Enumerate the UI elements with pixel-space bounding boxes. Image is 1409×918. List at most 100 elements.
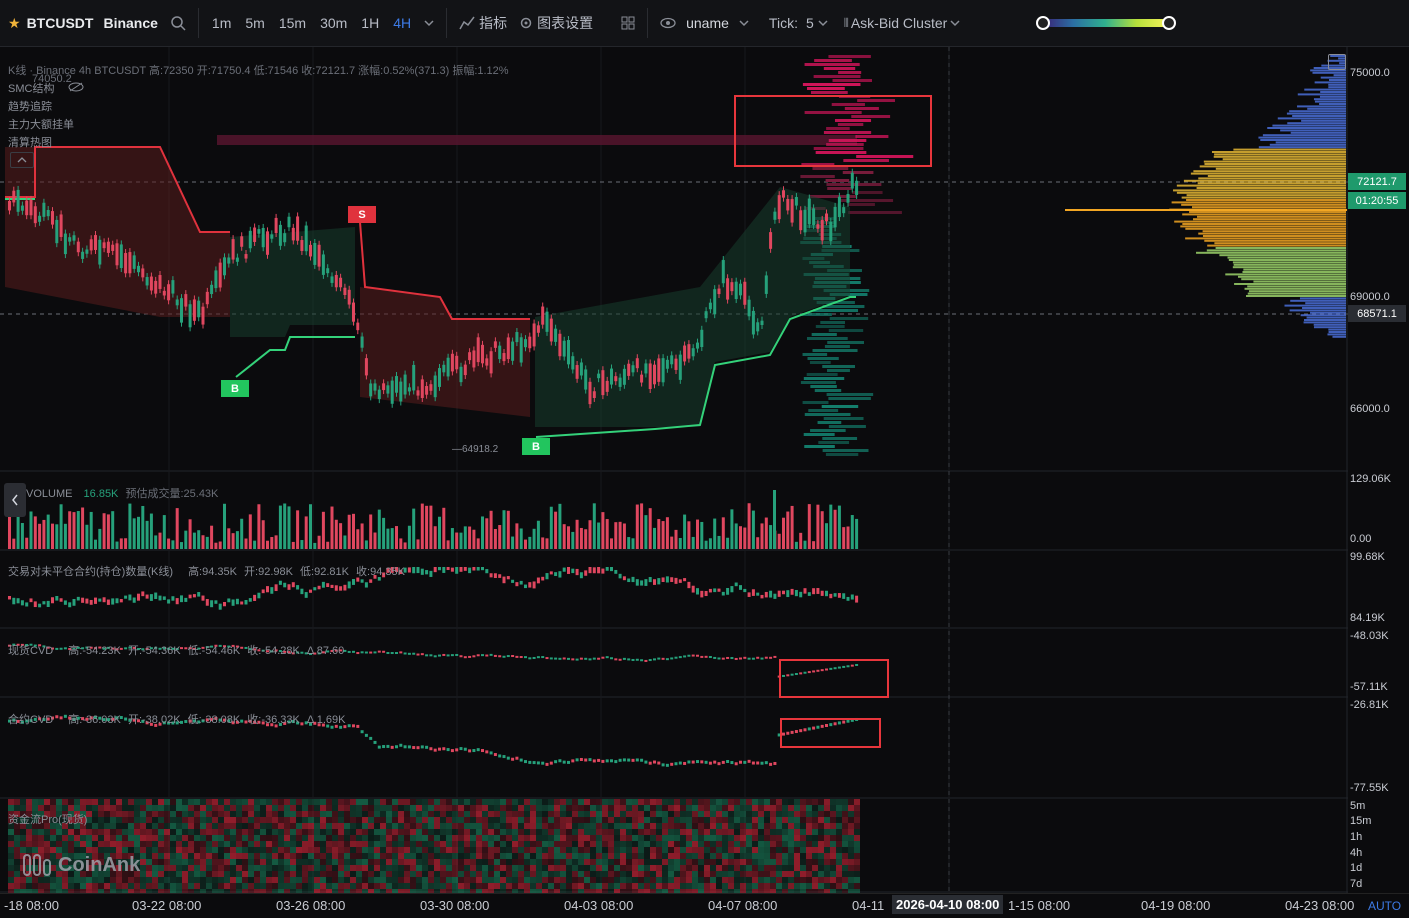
flow-cell <box>188 877 194 883</box>
flow-cell <box>494 835 500 841</box>
tick-selector[interactable]: Tick: 5 <box>763 0 834 46</box>
heatmap-color-slider[interactable] <box>1030 0 1177 46</box>
volume-axis-label: 129.06K <box>1350 473 1391 485</box>
slider-max-handle[interactable] <box>1162 16 1177 30</box>
flow-cell <box>362 859 368 865</box>
flow-cell <box>374 829 380 835</box>
flow-cell <box>446 823 452 829</box>
screenshot-icon[interactable] <box>1328 54 1346 70</box>
flow-cell <box>14 847 20 853</box>
flow-cell <box>446 847 452 853</box>
flow-cell <box>266 847 272 853</box>
flow-cell <box>386 841 392 847</box>
candle <box>850 172 854 189</box>
liquidation-heatmap-label[interactable]: 清算热图 <box>8 134 52 150</box>
user-menu[interactable]: uname <box>654 0 755 46</box>
flow-cell <box>752 841 758 847</box>
timeframe-1h[interactable]: 1H <box>354 15 386 31</box>
futures-cvd-candle <box>696 760 699 764</box>
flow-cell <box>722 817 728 823</box>
candle <box>63 233 67 255</box>
flow-cell <box>182 877 188 883</box>
trend-label[interactable]: 趋势追踪 <box>8 98 52 114</box>
flow-cell <box>98 829 104 835</box>
volume-profile-bar <box>1204 239 1346 242</box>
indicators-button[interactable]: 指标 <box>453 0 513 46</box>
flow-cell <box>182 835 188 841</box>
flow-cell <box>626 883 632 889</box>
flow-cell <box>296 823 302 829</box>
flow-cell <box>62 799 68 805</box>
flow-cell <box>146 799 152 805</box>
flow-cell <box>842 865 848 871</box>
flow-cell <box>242 847 248 853</box>
spot-cvd-candle <box>352 650 355 653</box>
chart-canvas[interactable] <box>0 47 1409 893</box>
candle <box>270 234 274 239</box>
order-heat-bar <box>807 357 839 360</box>
auto-scale-button[interactable]: AUTO <box>1368 899 1401 913</box>
flow-cell <box>464 865 470 871</box>
flow-cell <box>686 841 692 847</box>
flow-cell <box>752 871 758 877</box>
volume-bar <box>489 510 493 549</box>
flow-cell <box>230 847 236 853</box>
flow-cell <box>794 829 800 835</box>
timeframe-30m[interactable]: 30m <box>313 15 354 31</box>
candle <box>584 369 588 390</box>
flow-cell <box>710 835 716 841</box>
flow-cell <box>356 847 362 853</box>
flow-tf-label: 5m <box>1350 800 1366 812</box>
flow-cell <box>614 841 620 847</box>
cluster-selector[interactable]: ⫴ Ask-Bid Cluster <box>838 0 967 46</box>
flow-cell <box>110 841 116 847</box>
oi-candle <box>708 588 712 593</box>
flow-cell <box>458 817 464 823</box>
flow-cell <box>320 841 326 847</box>
symbol-name[interactable]: BTCUSDT <box>27 15 94 31</box>
flow-cell <box>512 817 518 823</box>
futures-cvd-candle <box>506 756 510 760</box>
flow-cell <box>440 877 446 883</box>
flow-cell <box>404 847 410 853</box>
flow-cell <box>308 811 314 817</box>
timeframe-15m[interactable]: 15m <box>272 15 313 31</box>
flow-cell <box>602 871 608 877</box>
collapse-sidebar-button[interactable] <box>4 483 26 517</box>
flow-cell <box>254 871 260 877</box>
flow-cell <box>824 829 830 835</box>
timeframe-4h[interactable]: 4H <box>386 15 418 31</box>
flow-cell <box>572 823 578 829</box>
flow-cell <box>824 835 830 841</box>
favorite-star-icon[interactable]: ★ <box>8 15 21 32</box>
spot-cvd-candle <box>498 655 502 658</box>
flow-cell <box>326 841 332 847</box>
flow-cell <box>548 883 554 889</box>
flow-cell <box>758 865 764 871</box>
flow-cell <box>284 835 290 841</box>
oi-candle <box>734 582 738 587</box>
flow-cell <box>572 811 578 817</box>
search-icon[interactable] <box>164 0 192 46</box>
big-order-label[interactable]: 主力大额挂单 <box>8 116 74 132</box>
flow-cell <box>650 865 656 871</box>
layout-grid-icon[interactable] <box>615 0 641 46</box>
flow-cell <box>734 823 740 829</box>
exchange-name[interactable]: Binance <box>103 15 157 31</box>
chart-settings-button[interactable]: 图表设置 <box>513 0 599 46</box>
candle <box>395 376 398 393</box>
slider-min-handle[interactable] <box>1036 16 1051 30</box>
timeframe-dropdown-chevron-icon[interactable] <box>418 0 440 46</box>
flow-cell <box>416 805 422 811</box>
flow-cell <box>770 847 776 853</box>
candle <box>145 277 149 286</box>
flow-cell <box>140 883 146 889</box>
time-axis[interactable]: -18 08:00 03-22 08:00 03-26 08:00 03-30 … <box>0 893 1409 918</box>
flow-cell <box>590 829 596 835</box>
timeframe-5m[interactable]: 5m <box>238 15 271 31</box>
flow-cell <box>554 877 560 883</box>
collapse-legend-button[interactable] <box>10 152 34 168</box>
spot-cvd-candle <box>472 655 476 658</box>
timeframe-1m[interactable]: 1m <box>205 15 238 31</box>
oi-candle <box>850 594 854 600</box>
